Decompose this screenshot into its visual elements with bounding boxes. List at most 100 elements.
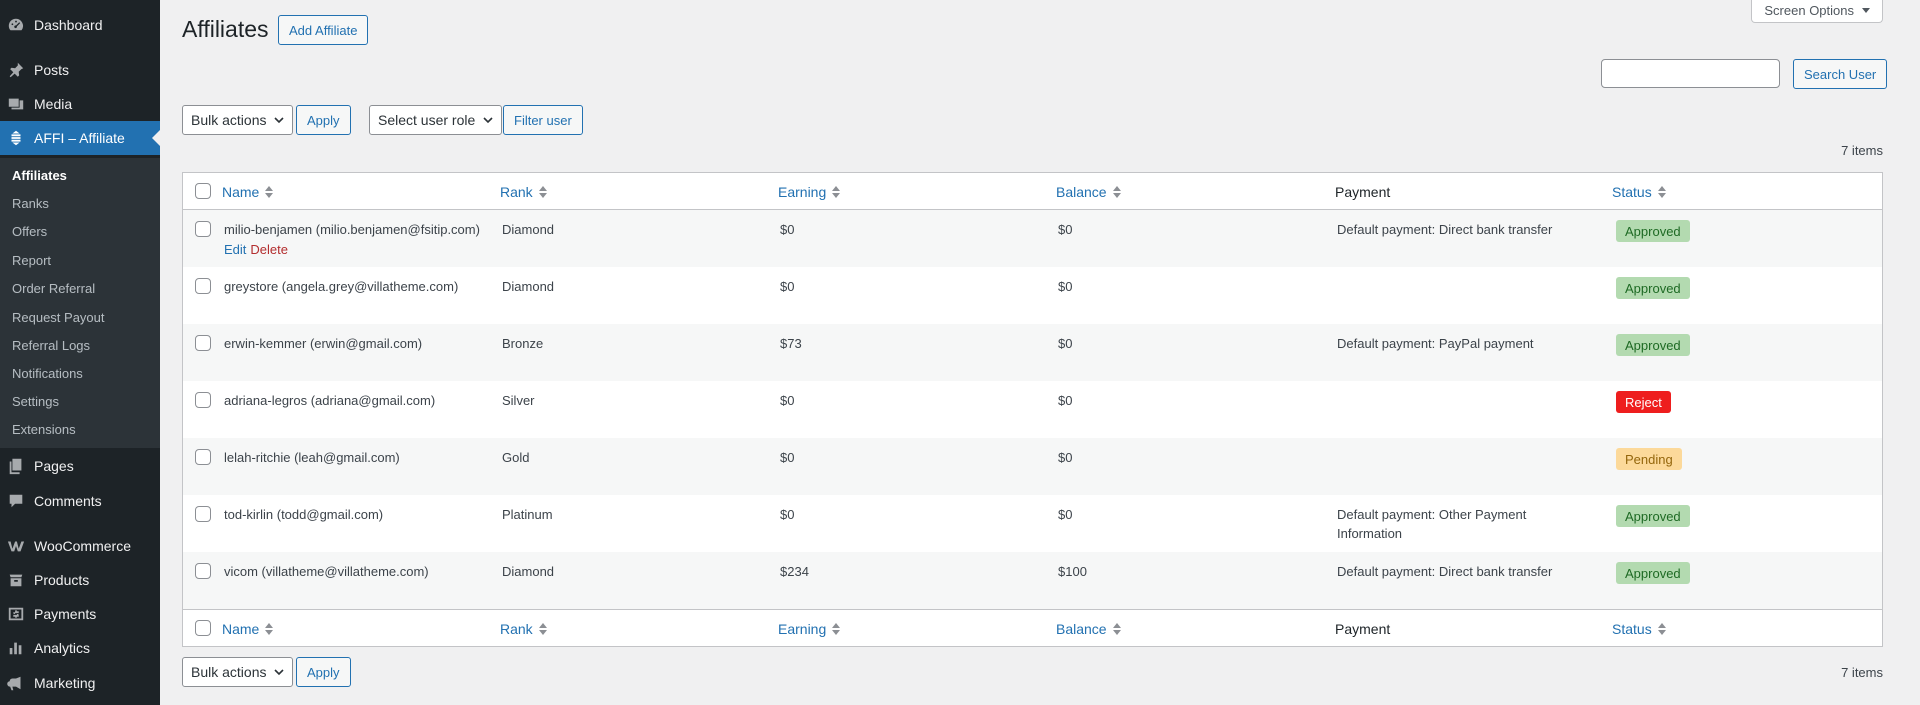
sort-icon [265, 623, 274, 635]
column-label: Rank [500, 184, 533, 200]
submenu-item-report[interactable]: Report [12, 253, 51, 268]
column-label: Earning [778, 184, 827, 200]
column-header-payment: Payment [1335, 184, 1391, 200]
affiliate-name[interactable]: greystore (angela.grey@villatheme.com) [224, 277, 494, 296]
apply-button-bottom[interactable]: Apply [296, 657, 351, 687]
bulk-actions-select-top[interactable]: Bulk actions [182, 105, 294, 135]
sidebar-item-products[interactable]: Products [0, 563, 160, 597]
search-user-button[interactable]: Search User [1793, 59, 1888, 89]
affiliate-name[interactable]: lelah-ritchie (leah@gmail.com) [224, 448, 494, 467]
affiliate-earning: $0 [780, 507, 795, 522]
items-count-bottom: 7 items [1841, 665, 1883, 680]
submenu-item-notifications[interactable]: Notifications [12, 366, 83, 381]
sort-icon [832, 623, 841, 635]
submenu-item-extensions[interactable]: Extensions [12, 422, 76, 437]
select-all-checkbox[interactable] [195, 183, 211, 199]
submenu-item-ranks[interactable]: Ranks [12, 196, 49, 211]
column-footer-rank[interactable]: Rank [500, 621, 547, 637]
delete-link[interactable]: Delete [250, 242, 288, 257]
pages-icon [0, 457, 34, 475]
pin-icon [0, 61, 34, 79]
chevron-down-icon [274, 669, 285, 676]
sidebar-item-posts[interactable]: Posts [0, 53, 160, 87]
row-checkbox[interactable] [195, 278, 211, 294]
column-label: Status [1612, 184, 1652, 200]
row-checkbox[interactable] [195, 563, 211, 579]
sort-icon [538, 186, 547, 198]
table-row: milio-benjamen (milio.benjamen@fsitip.co… [183, 210, 1882, 267]
column-footer-balance[interactable]: Balance [1056, 621, 1121, 637]
screen-options-button[interactable]: Screen Options [1751, 0, 1883, 23]
column-header-status[interactable]: Status [1612, 184, 1666, 200]
sidebar-item-dashboard[interactable]: Dashboard [0, 8, 160, 42]
affiliate-name[interactable]: adriana-legros (adriana@gmail.com) [224, 391, 494, 410]
user-role-label: Select user role [378, 112, 476, 128]
column-label: Status [1612, 621, 1652, 637]
user-role-select[interactable]: Select user role [369, 105, 503, 135]
affiliate-balance: $0 [1058, 222, 1073, 237]
add-affiliate-button[interactable]: Add Affiliate [278, 15, 369, 45]
sidebar-item-label: WooCommerce [34, 538, 131, 554]
sort-icon [1657, 186, 1666, 198]
column-footer-name[interactable]: Name [222, 621, 274, 637]
column-label: Earning [778, 621, 827, 637]
select-all-checkbox-footer[interactable] [195, 620, 211, 636]
affiliate-name[interactable]: erwin-kemmer (erwin@gmail.com) [224, 334, 494, 353]
sort-icon [832, 186, 841, 198]
triangle-down-icon [1862, 8, 1870, 13]
affiliate-balance: $0 [1058, 450, 1073, 465]
submenu-item-request-payout[interactable]: Request Payout [12, 310, 105, 325]
column-footer-earning[interactable]: Earning [778, 621, 841, 637]
submenu-item-affiliates[interactable]: Affiliates [12, 168, 67, 183]
column-label: Name [222, 184, 260, 200]
table-row: vicom (villatheme@villatheme.com) Diamond… [183, 552, 1882, 609]
sidebar-item-affi-affiliate[interactable]: AFFI – Affiliate [0, 121, 160, 155]
row-checkbox[interactable] [195, 506, 211, 522]
sidebar-item-label: Payments [34, 606, 97, 622]
sidebar-item-label: Pages [34, 458, 74, 474]
affiliate-name[interactable]: vicom (villatheme@villatheme.com) [224, 562, 494, 581]
column-footer-payment: Payment [1335, 621, 1391, 637]
edit-link[interactable]: Edit [224, 242, 246, 257]
table-row: greystore (angela.grey@villatheme.com) Di… [183, 267, 1882, 324]
column-footer-status[interactable]: Status [1612, 621, 1666, 637]
affiliate-name[interactable]: milio-benjamen (milio.benjamen@fsitip.co… [224, 220, 494, 239]
column-header-name[interactable]: Name [222, 184, 274, 200]
row-checkbox[interactable] [195, 335, 211, 351]
column-header-balance[interactable]: Balance [1056, 184, 1121, 200]
status-badge: Approved [1616, 277, 1690, 299]
sidebar-item-analytics[interactable]: Analytics [0, 631, 160, 665]
sidebar-item-comments[interactable]: Comments [0, 484, 160, 518]
row-checkbox[interactable] [195, 392, 211, 408]
megaphone-icon [0, 674, 34, 692]
main-content: Affiliates Add Affiliate Screen Options … [160, 0, 1920, 705]
sidebar-item-media[interactable]: Media [0, 87, 160, 121]
submenu-item-order-referral[interactable]: Order Referral [12, 281, 95, 296]
submenu-item-offers[interactable]: Offers [12, 224, 47, 239]
affiliate-balance: $100 [1058, 564, 1087, 579]
row-checkbox[interactable] [195, 221, 211, 237]
apply-button-top[interactable]: Apply [296, 105, 351, 135]
column-header-earning[interactable]: Earning [778, 184, 841, 200]
sidebar-item-payments[interactable]: Payments [0, 597, 160, 631]
bulk-actions-label: Bulk actions [191, 664, 267, 680]
bulk-actions-select-bottom[interactable]: Bulk actions [182, 657, 294, 687]
sidebar-item-label: Products [34, 572, 90, 588]
column-header-rank[interactable]: Rank [500, 184, 547, 200]
sidebar-item-woocommerce[interactable]: WooCommerce [0, 529, 160, 563]
submenu-item-referral-logs[interactable]: Referral Logs [12, 338, 90, 353]
column-label: Balance [1056, 184, 1107, 200]
admin-sidebar: Dashboard Posts Media AFFI – Affiliate A… [0, 0, 160, 705]
search-user-input[interactable] [1601, 59, 1780, 88]
affiliate-payment: Default payment: Direct bank transfer [1337, 564, 1553, 579]
sidebar-item-pages[interactable]: Pages [0, 449, 160, 483]
filter-user-button[interactable]: Filter user [503, 105, 583, 135]
media-icon [0, 95, 34, 113]
sidebar-item-label: Comments [34, 493, 102, 509]
submenu-item-settings[interactable]: Settings [12, 394, 59, 409]
row-checkbox[interactable] [195, 449, 211, 465]
sidebar-item-marketing[interactable]: Marketing [0, 666, 160, 700]
status-badge: Approved [1616, 220, 1690, 242]
affiliate-icon [0, 129, 34, 147]
affiliate-name[interactable]: tod-kirlin (todd@gmail.com) [224, 505, 494, 524]
